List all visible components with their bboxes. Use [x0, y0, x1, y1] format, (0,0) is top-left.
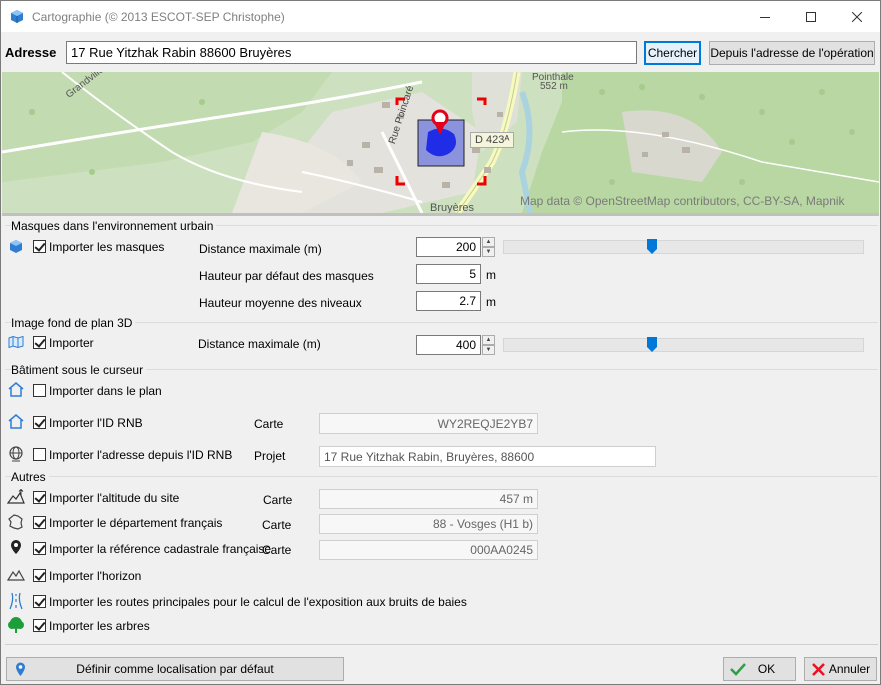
import-cadastral-checkbox[interactable] [33, 542, 46, 555]
horizon-icon [6, 568, 26, 585]
import-trees-checkbox[interactable] [33, 619, 46, 632]
spin-up-button[interactable]: ▲ [482, 237, 495, 247]
import-trees-label: Importer les arbres [49, 619, 150, 633]
location-pin-icon [15, 662, 26, 680]
address-label: Adresse [5, 45, 57, 60]
import-address-rnb-label: Importer l'adresse depuis l'ID RNB [49, 448, 233, 462]
import-masks-checkbox[interactable] [33, 240, 46, 253]
default-height-unit: m [486, 268, 496, 282]
separator [5, 476, 878, 477]
project-address-field[interactable]: 17 Rue Yitzhak Rabin, Bruyères, 88600 [319, 446, 656, 467]
house-icon [8, 382, 24, 400]
cartography-window: Cartographie (© 2013 ESCOT-SEP Christoph… [0, 0, 881, 685]
import-background-checkbox[interactable] [33, 336, 46, 349]
cancel-x-icon [811, 662, 826, 680]
default-height-label: Hauteur par défaut des masques [199, 269, 374, 283]
background-max-distance-input[interactable]: 400 [416, 335, 481, 355]
others-group-title: Autres [11, 470, 49, 484]
minimize-button[interactable] [742, 1, 788, 32]
import-rnb-label: Importer l'ID RNB [49, 416, 143, 430]
map-attribution: Map data © OpenStreetMap contributors, C… [520, 194, 845, 208]
background-slider-thumb[interactable] [647, 337, 658, 352]
masks-max-distance-input[interactable]: 200 [416, 237, 481, 257]
window-title: Cartographie (© 2013 ESCOT-SEP Christoph… [32, 10, 285, 24]
import-roads-checkbox[interactable] [33, 595, 46, 608]
map-icon [8, 335, 24, 351]
road-icon [8, 592, 24, 613]
background-max-distance-label: Distance maximale (m) [198, 337, 321, 351]
import-horizon-checkbox[interactable] [33, 569, 46, 582]
maximize-button[interactable] [788, 1, 834, 32]
avg-level-unit: m [486, 295, 496, 309]
rnb-source-label: Carte [254, 417, 284, 431]
import-roads-label: Importer les routes principales pour le … [49, 595, 467, 609]
building-group-title: Bâtiment sous le curseur [11, 363, 147, 377]
import-rnb-checkbox[interactable] [33, 416, 46, 429]
import-department-checkbox[interactable] [33, 516, 46, 529]
road-badge: D 423ᴬ [470, 132, 515, 148]
map-view[interactable]: D 423ᴬ Pointhale 552 m Rue Poincaré Gran… [2, 72, 879, 213]
cancel-button[interactable]: Annuler [804, 657, 877, 681]
tree-icon [7, 616, 25, 637]
separator [5, 322, 878, 323]
altitude-source-label: Carte [263, 493, 293, 507]
import-into-plan-checkbox[interactable] [33, 384, 46, 397]
background-distance-slider[interactable] [503, 338, 864, 352]
map-splitter[interactable] [2, 213, 879, 216]
avg-level-input[interactable]: 2.7 [416, 291, 481, 311]
close-button[interactable] [834, 1, 880, 32]
import-altitude-checkbox[interactable] [33, 491, 46, 504]
altitude-label: 552 m [540, 81, 568, 92]
default-height-input[interactable]: 5 [416, 264, 481, 284]
from-operation-address-button[interactable]: Depuis l'adresse de l'opération [709, 41, 875, 65]
house-icon [8, 414, 24, 432]
title-bar: Cartographie (© 2013 ESCOT-SEP Christoph… [1, 1, 880, 32]
altitude-field[interactable]: 457 m [319, 489, 538, 509]
map-pin-icon [10, 539, 22, 559]
import-address-rnb-checkbox[interactable] [33, 448, 46, 461]
ok-button[interactable]: OK [723, 657, 796, 681]
masks-slider-thumb[interactable] [647, 239, 658, 254]
background-group-title: Image fond de plan 3D [11, 316, 136, 330]
import-into-plan-label: Importer dans le plan [49, 384, 162, 398]
masks-group-title: Masques dans l'environnement urbain [11, 219, 217, 233]
cadastral-source-label: Carte [262, 543, 292, 557]
masks-distance-slider[interactable] [503, 240, 864, 254]
import-horizon-label: Importer l'horizon [49, 569, 142, 583]
france-map-icon [8, 514, 24, 533]
footer-separator [5, 644, 878, 645]
spin-up-button[interactable]: ▲ [482, 335, 495, 345]
town-label: Bruyères [430, 202, 475, 213]
search-button[interactable]: Chercher [644, 41, 701, 65]
import-masks-label: Importer les masques [49, 240, 165, 254]
masks-max-distance-label: Distance maximale (m) [199, 242, 322, 256]
spin-down-button[interactable]: ▼ [482, 345, 495, 355]
import-background-label: Importer [49, 336, 94, 350]
app-cube-icon [10, 9, 24, 27]
altitude-icon [6, 488, 25, 508]
globe-icon [8, 446, 24, 465]
import-department-label: Importer le département français [49, 516, 223, 530]
import-altitude-label: Importer l'altitude du site [49, 491, 180, 505]
map-tiles [2, 72, 879, 213]
spin-down-button[interactable]: ▼ [482, 247, 495, 257]
department-field[interactable]: 88 - Vosges (H1 b) [319, 514, 538, 534]
checkmark-icon [730, 662, 746, 679]
cube-icon [9, 239, 23, 257]
cadastral-field[interactable]: 000AA0245 [319, 540, 538, 560]
rnb-id-field[interactable]: WY2REQJE2YB7 [319, 413, 538, 434]
address-input[interactable]: 17 Rue Yitzhak Rabin 88600 Bruyères [66, 41, 637, 64]
department-source-label: Carte [262, 518, 292, 532]
ok-label: OK [757, 662, 776, 676]
set-default-location-label: Définir comme localisation par défaut [76, 662, 274, 676]
import-cadastral-label: Importer la référence cadastrale françai… [49, 542, 272, 556]
address-source-label: Projet [254, 449, 286, 463]
avg-level-label: Hauteur moyenne des niveaux [199, 296, 362, 310]
set-default-location-button[interactable]: Définir comme localisation par défaut [6, 657, 344, 681]
